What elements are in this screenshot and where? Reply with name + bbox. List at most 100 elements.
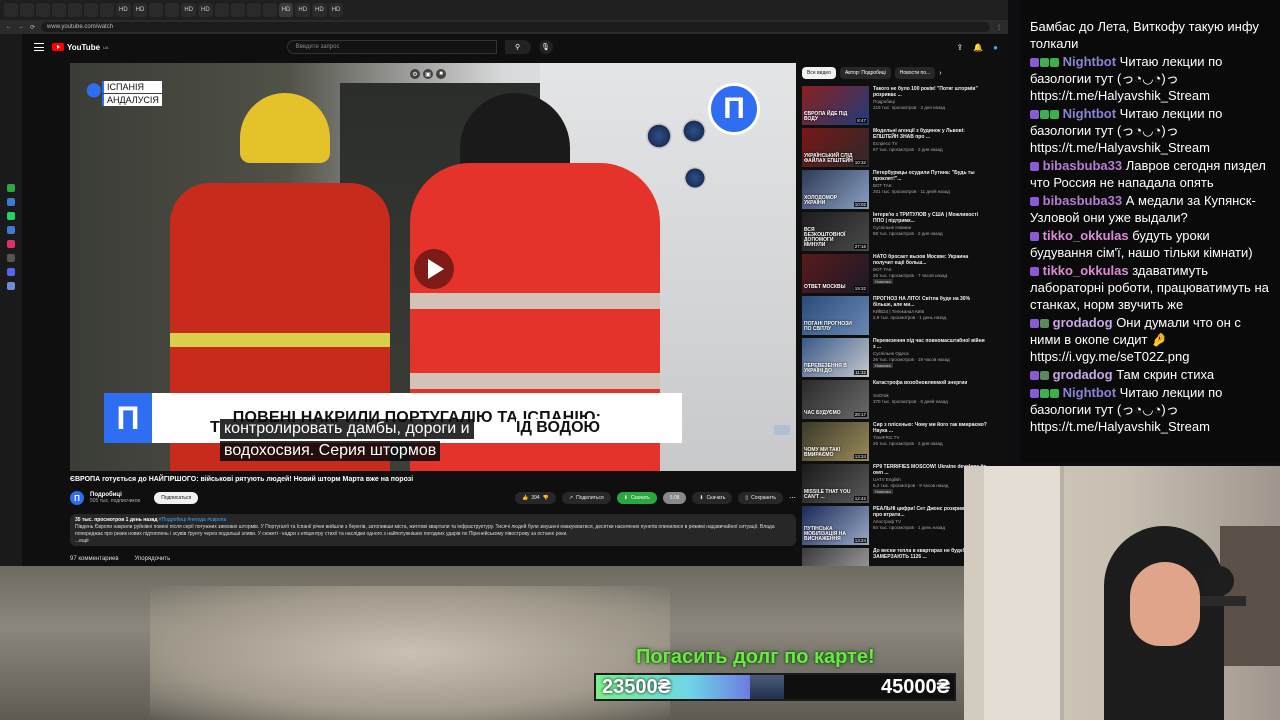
recommended-video[interactable]: УКРАЇНСЬКИЙ СЛІД ФАЙЛАХ ЕПШТЕЙН 10:32 Моде…: [802, 128, 988, 167]
recommended-video[interactable]: ОТВЕТ МОСКВЫ 19:32 НАТО бросает вызов Моск…: [802, 254, 988, 293]
video-thumbnail[interactable]: ЧАС БУДУЄМО 28:17: [802, 380, 869, 419]
chat-username[interactable]: Nightbot: [1063, 385, 1116, 400]
close-icon[interactable]: ■: [436, 69, 446, 79]
channel-avatar[interactable]: П: [70, 491, 84, 505]
browser-tab[interactable]: [246, 3, 261, 17]
sidebar-app-icon[interactable]: [7, 254, 15, 262]
browser-tab[interactable]: HD: [295, 3, 311, 17]
search-input[interactable]: Введите запрос: [286, 40, 497, 54]
video-thumbnail[interactable]: УКРАЇНСЬКИЙ СЛІД ФАЙЛАХ ЕПШТЕЙН 10:32: [802, 128, 869, 167]
chat-username[interactable]: grodadog: [1053, 367, 1113, 382]
captions-icon[interactable]: [774, 425, 790, 435]
chat-username[interactable]: tikko_okkulas: [1043, 263, 1129, 278]
video-channel[interactable]: Еспресо TV: [873, 141, 988, 146]
chat-username[interactable]: grodadog: [1053, 315, 1113, 330]
video-player[interactable]: ⚙ ▣ ■ ⬤ ІСПАНІЯ АНДАЛУСІЯ П П ПОВЕНІ НАК…: [70, 63, 796, 471]
browser-tab[interactable]: [52, 3, 66, 17]
browser-tab[interactable]: [4, 3, 18, 17]
video-channel[interactable]: SciDrak: [873, 393, 967, 398]
video-thumbnail[interactable]: ВСЯ БЕЗКОШТОВНОЇ ДОПОМОГИ МИНУЛИ 27:16: [802, 212, 869, 251]
address-bar[interactable]: www.youtube.com/watch: [41, 22, 990, 32]
youtube-logo[interactable]: YouTube UA: [52, 43, 109, 52]
video-title-small[interactable]: Петербуржцы осудили Путина: "Будь ты про…: [873, 170, 988, 182]
browser-tab[interactable]: [84, 3, 98, 17]
video-thumbnail[interactable]: ПУТІНСЬКА МОБІЛІЗАЦІЯ НА ВИСНАЖЕННЯ 13:24: [802, 506, 869, 545]
description-box[interactable]: 35 тыс. просмотров 1 день назад #Подроби…: [70, 514, 796, 546]
video-thumbnail[interactable]: ЧОМУ МИ ТАКІ ВМИРАЄМО 13:24: [802, 422, 869, 461]
recommended-video[interactable]: ЧАС БУДУЄМО 28:17 Катастрофа возобновляемо…: [802, 380, 988, 419]
video-channel[interactable]: Подробиці: [873, 99, 988, 104]
recommended-video[interactable]: ПОГАНІ ПРОГНОЗИ ПО СВІТЛУ ПРОГНОЗ НА ЛІТО…: [802, 296, 988, 335]
chip-all[interactable]: Все видео: [802, 67, 836, 79]
like-button[interactable]: 👍 394 👎: [515, 492, 556, 504]
extensions-icon[interactable]: ⋮: [996, 24, 1002, 31]
video-channel[interactable]: BOT TAK: [873, 183, 988, 188]
recommended-video[interactable]: ЧОМУ МИ ТАКІ ВМИРАЄМО 13:24 Сир з плісенью…: [802, 422, 988, 461]
chip-news[interactable]: Новости по...: [894, 67, 936, 79]
video-title-small[interactable]: Модельні агенції з будинок у Львові: ЕПШ…: [873, 128, 988, 140]
sidebar-app-icon[interactable]: [7, 240, 15, 248]
browser-tab[interactable]: HD: [132, 3, 148, 17]
video-channel[interactable]: КИЇВ24 | Телеканал Київ: [873, 309, 988, 314]
more-icon[interactable]: ⋯: [789, 494, 796, 502]
video-thumbnail[interactable]: MISSILE THAT YOU CAN'T ... 12:42: [802, 464, 869, 503]
back-icon[interactable]: ←: [6, 24, 12, 30]
sidebar-app-icon[interactable]: [7, 268, 15, 276]
download-app-button[interactable]: ⬇ Скачать: [616, 492, 657, 504]
video-thumbnail[interactable]: ОТВЕТ МОСКВЫ 19:32: [802, 254, 869, 293]
browser-tab[interactable]: HD: [312, 3, 327, 17]
browser-tab[interactable]: [149, 3, 164, 17]
video-thumbnail[interactable]: ХОЛОДОМОР УКРАЇНИ 10:02: [802, 170, 869, 209]
sidebar-app-icon[interactable]: [7, 212, 15, 220]
chat-username[interactable]: bibasbuba33: [1043, 158, 1122, 173]
sidebar-app-icon[interactable]: [7, 226, 15, 234]
share-button[interactable]: ↗ Поделиться: [561, 492, 611, 504]
settings-icon[interactable]: ⚙: [410, 69, 420, 79]
video-title-small[interactable]: Такого не було 100 років! "Потяг штормів…: [873, 86, 988, 98]
sort-comments-button[interactable]: Упорядочить: [135, 556, 171, 562]
browser-tab[interactable]: HD: [328, 3, 344, 17]
video-title-small[interactable]: Сир з плісенью: Чому ми його так вмираєм…: [873, 422, 988, 434]
subscribe-button[interactable]: Подписаться: [154, 492, 199, 504]
video-channel[interactable]: Суспільне Новини: [873, 225, 988, 230]
save-button[interactable]: ▯ Сохранить: [738, 492, 783, 504]
chevron-right-icon[interactable]: ›: [939, 70, 941, 77]
sidebar-app-icon[interactable]: [7, 282, 15, 290]
chat-username[interactable]: bibasbuba33: [1043, 193, 1122, 208]
recommended-video[interactable]: ПУТІНСЬКА МОБІЛІЗАЦІЯ НА ВИСНАЖЕННЯ 13:24…: [802, 506, 988, 545]
play-button[interactable]: [414, 249, 454, 289]
browser-tab[interactable]: [100, 3, 114, 17]
chat-username[interactable]: Nightbot: [1063, 54, 1116, 69]
video-title-small[interactable]: Катастрофа возобновляемой энергии: [873, 380, 967, 392]
browser-tab[interactable]: HD: [198, 3, 213, 17]
sidebar-app-icon[interactable]: [7, 184, 15, 192]
video-thumbnail[interactable]: ПОГАНІ ПРОГНОЗИ ПО СВІТЛУ: [802, 296, 869, 335]
recommended-video[interactable]: До весни тепла в квартирах не буде! ЗАМЕ…: [802, 548, 988, 566]
recommended-video[interactable]: ВСЯ БЕЗКОШТОВНОЇ ДОПОМОГИ МИНУЛИ 27:16 Інт…: [802, 212, 988, 251]
browser-tab[interactable]: [230, 3, 245, 17]
description-more[interactable]: ...ещё: [75, 538, 791, 545]
miniplayer-icon[interactable]: ▣: [423, 69, 433, 79]
reload-icon[interactable]: ⟳: [30, 24, 35, 31]
recommended-video[interactable]: MISSILE THAT YOU CAN'T ... 12:42 FP9 TERRI…: [802, 464, 988, 503]
sidebar-app-icon[interactable]: [7, 198, 15, 206]
browser-tab[interactable]: HD: [278, 3, 294, 17]
thumbs-down-icon[interactable]: 👎: [543, 495, 549, 501]
download-button[interactable]: ⬇ Скачать: [692, 492, 733, 504]
browser-tab[interactable]: [214, 3, 229, 17]
recommended-video[interactable]: ХОЛОДОМОР УКРАЇНИ 10:02 Петербуржцы осудил…: [802, 170, 988, 209]
browser-tab[interactable]: [262, 3, 277, 17]
duration-pill[interactable]: 5:08: [662, 492, 687, 504]
chip-author[interactable]: Автор: Подробиці: [839, 67, 891, 79]
video-channel[interactable]: TimeFRG.TV: [873, 435, 988, 440]
browser-tab[interactable]: [165, 3, 180, 17]
video-thumbnail[interactable]: ПЕРЕВЕЗЕННЯ В УКРАЇНІ ДО 11:32: [802, 338, 869, 377]
chat-username[interactable]: tikko_okkulas: [1043, 228, 1129, 243]
search-button[interactable]: ⚲: [504, 40, 531, 54]
browser-tab[interactable]: [20, 3, 34, 17]
notifications-icon[interactable]: 🔔: [973, 43, 983, 52]
video-channel[interactable]: BOT TAK: [873, 267, 988, 272]
browser-tab[interactable]: HD: [181, 3, 197, 17]
recommended-video[interactable]: ЄВРОПА ЙДЕ ПІД ВОДУ 8:47 Такого не було 10…: [802, 86, 988, 125]
video-title-small[interactable]: НАТО бросает вызов Москве: Украина получ…: [873, 254, 988, 266]
